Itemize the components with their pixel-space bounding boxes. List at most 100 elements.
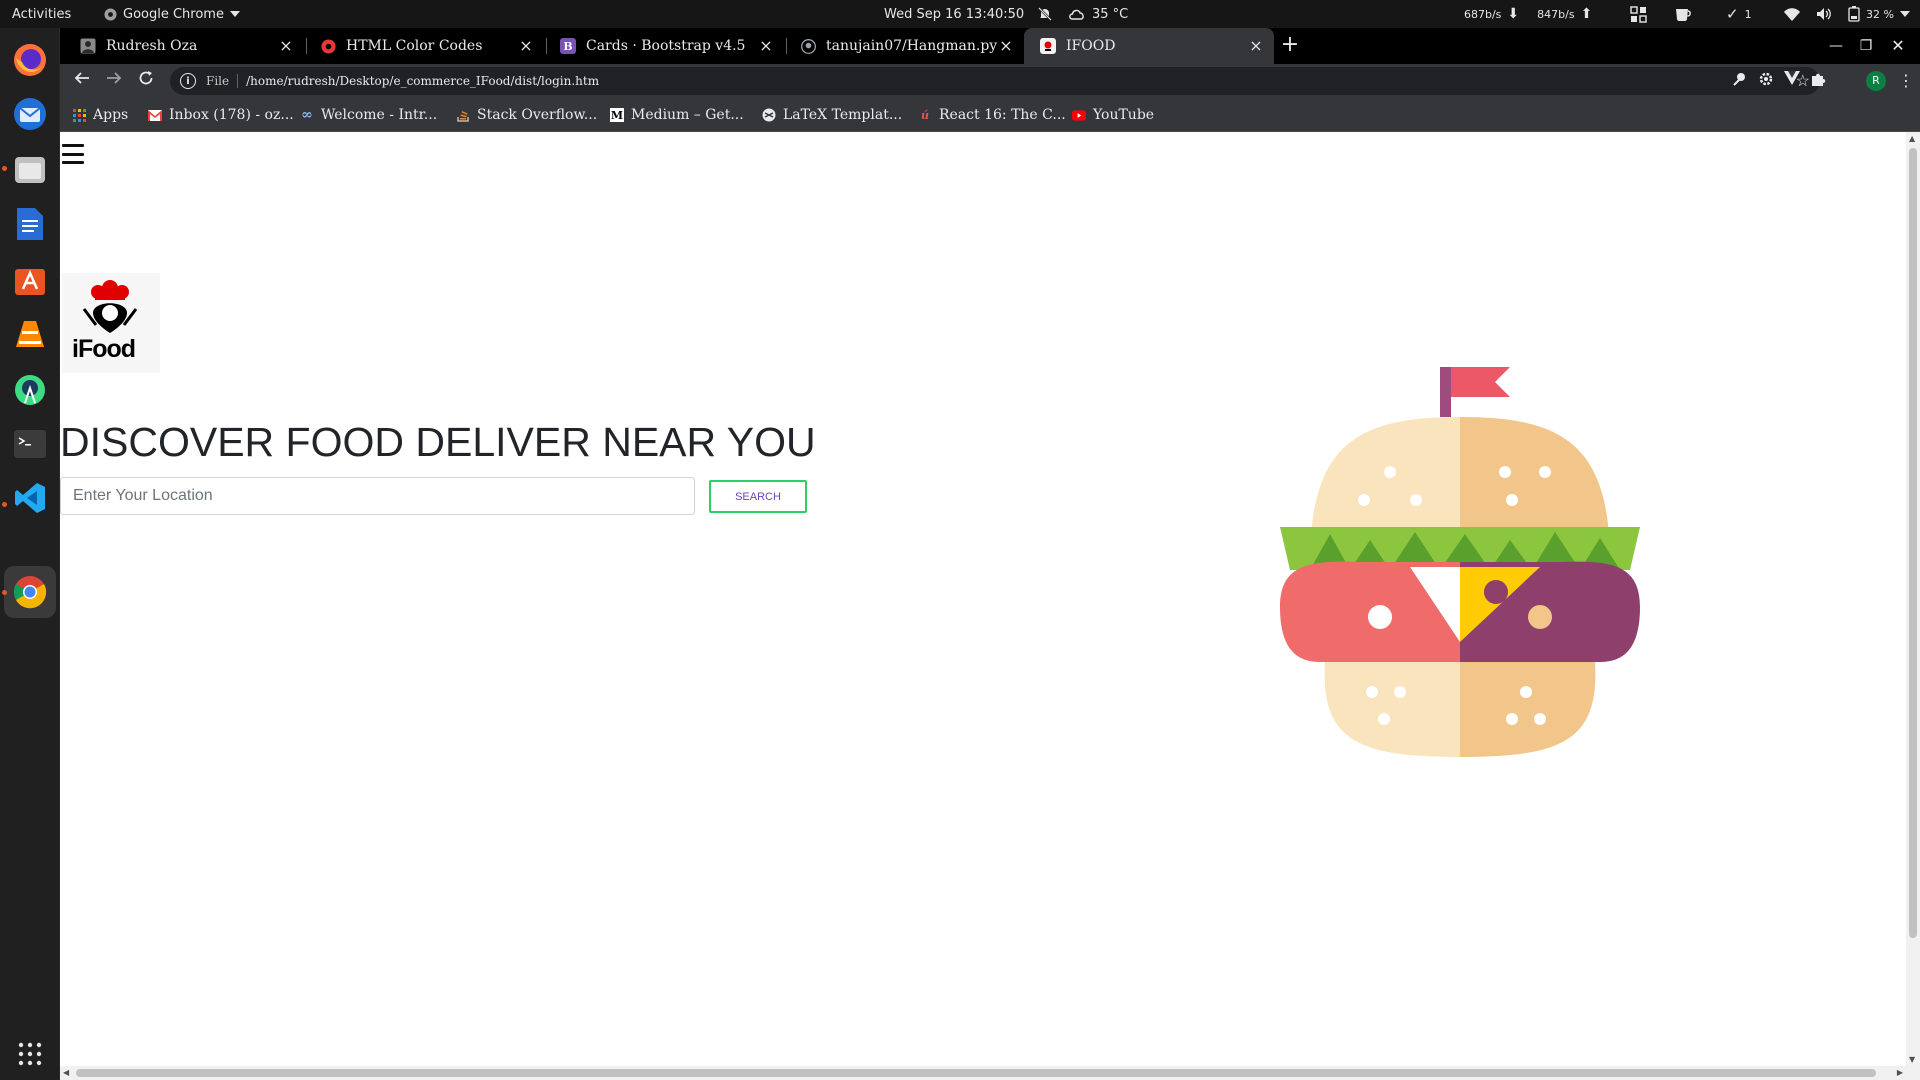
horizontal-scroll-thumb[interactable] <box>76 1069 1876 1077</box>
check-icon: ✓ <box>1726 5 1739 23</box>
apps-grid-icon <box>18 1042 42 1066</box>
scheme-chip: File <box>206 74 239 88</box>
burger-illustration <box>1280 367 1640 757</box>
gmail-icon <box>148 108 162 122</box>
github-icon <box>800 38 816 54</box>
coffee-cup-icon <box>1674 6 1692 22</box>
battery-label: 32 % <box>1866 7 1894 21</box>
tab-hangman-github[interactable]: tanujain07/Hangman.py × <box>784 28 1024 64</box>
new-tab-button[interactable]: + <box>1278 34 1302 58</box>
bookmark-label: Welcome - Intr... <box>321 107 438 123</box>
wifi-icon <box>1784 7 1800 21</box>
dock-chrome[interactable] <box>4 566 56 618</box>
dock-software-center[interactable] <box>10 260 50 300</box>
back-button[interactable] <box>70 69 94 93</box>
bookmark-label: YouTube <box>1093 107 1155 123</box>
browser-toolbar: i File /home/rudresh/Desktop/e_commerce_… <box>60 64 1920 98</box>
bookmark-youtube[interactable]: YouTube <box>1072 98 1154 132</box>
scroll-right-icon[interactable]: ▶ <box>1897 1068 1903 1077</box>
bootstrap-icon: B <box>560 38 576 54</box>
extensions-puzzle-icon[interactable] <box>1808 71 1828 91</box>
bookmark-latex[interactable]: LaTeX Templat... <box>762 98 902 132</box>
tab-rudresh-oza[interactable]: Rudresh Oza × <box>64 28 304 64</box>
thunderbird-icon <box>14 98 46 130</box>
software-center-icon <box>15 269 45 295</box>
show-applications-button[interactable] <box>10 1034 50 1074</box>
close-icon[interactable]: × <box>278 38 294 54</box>
system-menu[interactable]: 32 % <box>1784 0 1910 28</box>
dock-vlc[interactable] <box>10 314 50 354</box>
vlc-icon <box>16 321 44 347</box>
kebab-menu-icon[interactable]: ⋮ <box>1896 71 1916 91</box>
close-icon[interactable]: × <box>518 38 534 54</box>
close-icon[interactable]: × <box>998 38 1014 54</box>
clock-label: Wed Sep 16 13:40:50 <box>884 6 1025 22</box>
search-button[interactable]: SEARCH <box>709 480 807 513</box>
dock-vscode[interactable] <box>10 478 50 518</box>
close-window-button[interactable]: ✕ <box>1886 34 1910 58</box>
extension-vue-icon[interactable] <box>1782 71 1802 91</box>
app-name-label: Google Chrome <box>123 6 224 22</box>
restore-button[interactable]: ❐ <box>1854 34 1878 58</box>
vscode-icon <box>15 483 45 513</box>
dock-firefox[interactable] <box>10 40 50 80</box>
weather-indicator[interactable]: 35 °C <box>1068 0 1128 28</box>
dock-writer[interactable] <box>10 204 50 244</box>
chrome-small-icon <box>104 7 117 21</box>
tab-title: Cards · Bootstrap v4.5 <box>586 38 746 54</box>
scroll-down-icon[interactable]: ▼ <box>1909 1055 1915 1064</box>
vertical-scroll-thumb[interactable] <box>1909 148 1917 938</box>
bookmark-label: Medium – Get... <box>631 107 744 123</box>
activities-button[interactable]: Activities <box>12 0 71 28</box>
bookmark-stackoverflow[interactable]: Stack Overflow... <box>456 98 597 132</box>
notifications-off-icon <box>1038 7 1053 21</box>
dock-android-studio[interactable] <box>10 370 50 410</box>
forward-button[interactable] <box>102 69 126 93</box>
chrome-icon <box>13 576 47 609</box>
page-headline: DISCOVER FOOD DELIVER NEAR YOU <box>60 419 816 465</box>
workspace-grid-icon <box>1630 5 1647 23</box>
dock-terminal[interactable] <box>10 424 50 464</box>
updates-indicator[interactable]: ✓ 1 <box>1726 0 1752 28</box>
logo-text: iFood <box>72 335 136 363</box>
bookmarks-bar: Apps Inbox (178) - oz... ∞ Welcome - Int… <box>60 98 1920 132</box>
tab-bootstrap-cards[interactable]: B Cards · Bootstrap v4.5 × <box>544 28 784 64</box>
address-bar[interactable]: i File /home/rudresh/Desktop/e_commerce_… <box>170 67 1820 95</box>
dock-files[interactable] <box>10 150 50 190</box>
tab-title: HTML Color Codes <box>346 38 483 54</box>
reload-icon <box>139 71 153 85</box>
minimize-button[interactable]: — <box>1824 34 1848 58</box>
bookmark-medium[interactable]: M Medium – Get... <box>610 98 744 132</box>
location-search-input[interactable] <box>60 477 695 515</box>
tab-title: tanujain07/Hangman.py <box>826 38 998 54</box>
bookmark-react[interactable]: ú React 16: The C... <box>918 98 1066 132</box>
extension-gear-icon[interactable] <box>1756 71 1776 91</box>
close-icon[interactable]: × <box>1248 38 1264 54</box>
scroll-up-icon[interactable]: ▲ <box>1909 134 1915 143</box>
tab-strip: Rudresh Oza × HTML Color Codes × B Cards… <box>60 28 1920 64</box>
horizontal-scrollbar[interactable]: ◀ ▶ <box>60 1066 1906 1080</box>
info-icon[interactable]: i <box>180 73 196 89</box>
clock[interactable]: Wed Sep 16 13:40:50 <box>884 0 1053 28</box>
network-speed[interactable]: 687b/s ⬇ 847b/s ⬆ <box>1464 0 1592 28</box>
reload-button[interactable] <box>134 69 158 93</box>
updates-count-label: 1 <box>1744 7 1752 21</box>
tab-ifood[interactable]: IFOOD × <box>1024 28 1274 64</box>
scroll-left-icon[interactable]: ◀ <box>63 1068 69 1077</box>
tab-html-color-codes[interactable]: HTML Color Codes × <box>304 28 544 64</box>
hamburger-menu-icon[interactable] <box>62 143 84 165</box>
caret-down-icon <box>229 11 240 17</box>
caffeine-indicator[interactable] <box>1674 0 1692 28</box>
dock-thunderbird[interactable] <box>10 94 50 134</box>
profile-avatar[interactable]: R <box>1866 71 1886 91</box>
workspace-indicator[interactable] <box>1630 0 1647 28</box>
volume-icon <box>1816 7 1832 21</box>
extension-1-icon[interactable] <box>1730 71 1750 91</box>
vertical-scrollbar[interactable]: ▲ ▼ <box>1906 132 1920 1080</box>
bookmark-welcome[interactable]: ∞ Welcome - Intr... <box>300 98 437 132</box>
app-menu[interactable]: Google Chrome <box>104 0 240 28</box>
bookmark-apps[interactable]: Apps <box>72 98 128 132</box>
close-icon[interactable]: × <box>758 38 774 54</box>
bookmark-inbox[interactable]: Inbox (178) - oz... <box>148 98 294 132</box>
apps-grid-icon <box>72 108 86 122</box>
